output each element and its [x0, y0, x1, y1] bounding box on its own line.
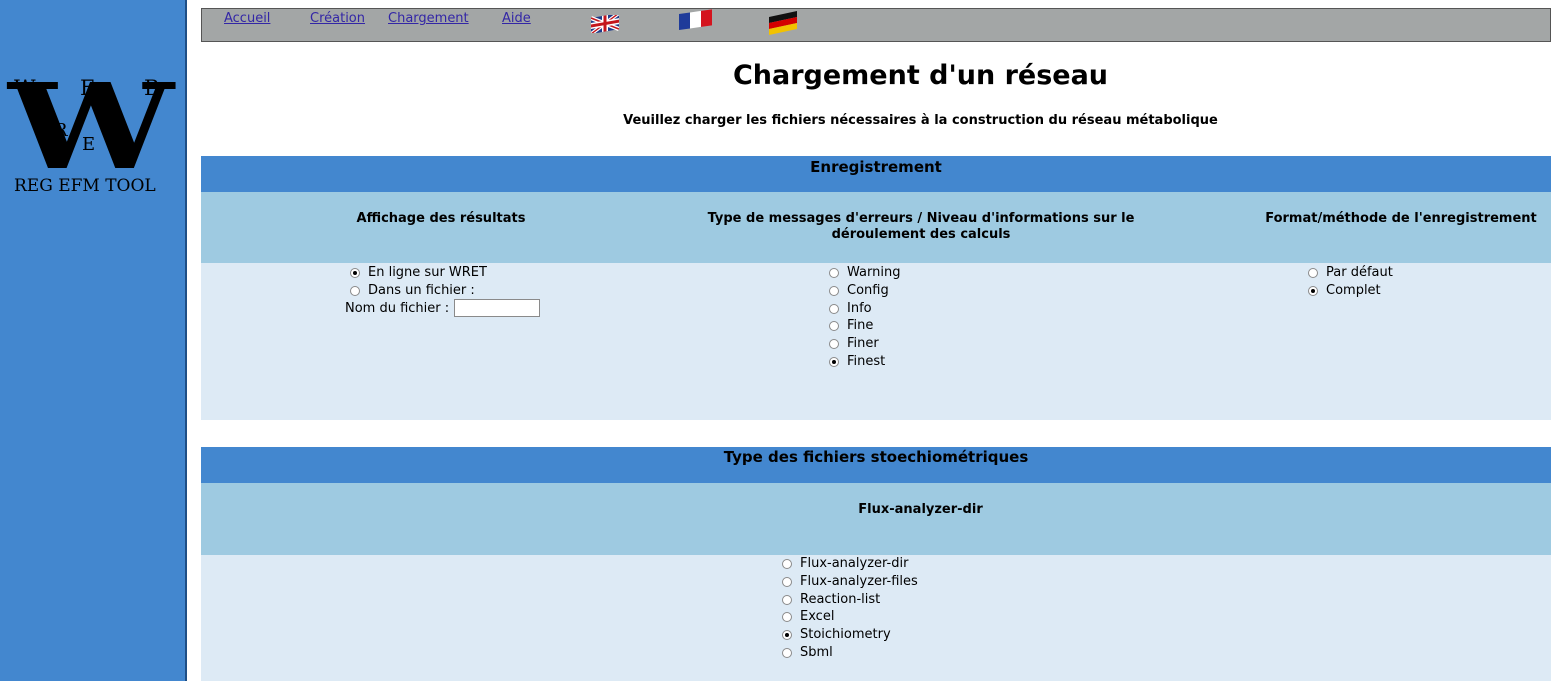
radio-option[interactable]: Warning	[829, 264, 900, 281]
radio-label: Complet	[1326, 283, 1381, 298]
radio-label: Excel	[800, 609, 835, 624]
section-stoechio-header: Type des fichiers stoechiométriques	[201, 447, 1551, 483]
column-header-stoechio: Flux-analyzer-dir	[858, 502, 983, 517]
radio-option[interactable]: Dans un fichier :	[350, 282, 475, 299]
radio-option[interactable]: Complet	[1308, 282, 1381, 299]
radio-button[interactable]	[782, 629, 792, 640]
enregistrement-body: En ligne sur WRET Dans un fichier : Nom …	[201, 263, 1551, 420]
radio-button[interactable]	[829, 285, 839, 296]
radio-option[interactable]: Flux-analyzer-dir	[782, 555, 908, 572]
radio-option[interactable]: Reaction-list	[782, 591, 880, 608]
logo-letter: E	[80, 76, 96, 100]
radio-button[interactable]	[829, 320, 839, 331]
radio-label: Finer	[847, 336, 879, 351]
top-nav: Accueil Création Chargement Aide	[201, 8, 1551, 42]
german-flag-icon[interactable]	[769, 9, 801, 43]
column-header-messages: Type de messages d'erreurs / Niveau d'in…	[707, 211, 1135, 242]
column-header-affichage: Affichage des résultats	[356, 211, 526, 226]
radio-label: Par défaut	[1326, 265, 1393, 280]
wret-logo: W W E B R E T REG EFM TOOL	[8, 68, 174, 200]
section-enregistrement-header: Enregistrement	[201, 156, 1551, 192]
radio-label: Finest	[847, 354, 886, 369]
radio-option[interactable]: Excel	[782, 608, 834, 625]
radio-button[interactable]	[829, 303, 839, 314]
filename-input[interactable]	[454, 299, 541, 317]
filename-row: Nom du fichier :	[345, 299, 541, 317]
radio-option[interactable]: Sbml	[782, 644, 833, 661]
radio-button[interactable]	[829, 267, 839, 278]
radio-label: Reaction-list	[800, 592, 881, 607]
logo-letter: W	[14, 76, 36, 100]
radio-label: Info	[847, 301, 872, 316]
radio-option[interactable]: Fine	[829, 317, 873, 334]
radio-label: Config	[847, 283, 889, 298]
radio-button[interactable]	[829, 338, 839, 349]
stoechio-body: Flux-analyzer-dir Flux-analyzer-files Re…	[201, 555, 1551, 681]
radio-label: Sbml	[800, 645, 833, 660]
radio-label: Stoichiometry	[800, 627, 891, 642]
logo-letter: R	[54, 120, 68, 141]
radio-button[interactable]	[782, 647, 792, 658]
radio-button[interactable]	[782, 594, 792, 605]
radio-option[interactable]: Par défaut	[1308, 264, 1393, 281]
radio-button[interactable]	[350, 285, 360, 296]
logo-letter: E	[82, 134, 96, 155]
radio-label: En ligne sur WRET	[368, 265, 487, 280]
radio-label: Dans un fichier :	[368, 283, 475, 298]
page-title: Chargement d'un réseau	[732, 60, 1109, 91]
radio-button[interactable]	[1308, 285, 1318, 296]
radio-option[interactable]: Finer	[829, 335, 879, 352]
logo-letter: B	[144, 76, 160, 100]
radio-button[interactable]	[782, 558, 792, 569]
radio-option[interactable]: Flux-analyzer-files	[782, 573, 918, 590]
radio-button[interactable]	[350, 267, 360, 278]
radio-button[interactable]	[829, 356, 839, 367]
french-flag-icon[interactable]	[679, 9, 713, 35]
radio-option[interactable]: Config	[829, 282, 889, 299]
english-flag-icon[interactable]	[590, 11, 620, 37]
radio-label: Fine	[847, 318, 874, 333]
nav-aide-link[interactable]: Aide	[502, 11, 531, 26]
nav-chargement-link[interactable]: Chargement	[388, 11, 469, 26]
radio-option[interactable]: Finest	[829, 353, 885, 370]
page-subtitle: Veuillez charger les fichiers nécessaire…	[623, 113, 1218, 128]
sidebar: W W E B R E T REG EFM TOOL	[0, 0, 187, 681]
radio-label: Flux-analyzer-files	[800, 574, 918, 589]
radio-option[interactable]: Stoichiometry	[782, 626, 891, 643]
column-header-format: Format/méthode de l'enregistrement	[1265, 211, 1537, 226]
radio-option[interactable]: Info	[829, 300, 872, 317]
nav-accueil-link[interactable]: Accueil	[224, 11, 270, 26]
stoechio-column-header-band: Flux-analyzer-dir	[201, 483, 1551, 555]
nav-creation-link[interactable]: Création	[310, 11, 365, 26]
logo-tagline: REG EFM TOOL	[14, 176, 156, 196]
logo-letter: T	[108, 120, 121, 141]
filename-label: Nom du fichier :	[345, 300, 450, 316]
radio-button[interactable]	[782, 576, 792, 587]
enregistrement-column-headers: Affichage des résultats Type de messages…	[201, 192, 1551, 263]
radio-option[interactable]: En ligne sur WRET	[350, 264, 487, 281]
radio-button[interactable]	[782, 611, 792, 622]
radio-label: Flux-analyzer-dir	[800, 556, 909, 571]
radio-label: Warning	[847, 265, 901, 280]
radio-button[interactable]	[1308, 267, 1318, 278]
